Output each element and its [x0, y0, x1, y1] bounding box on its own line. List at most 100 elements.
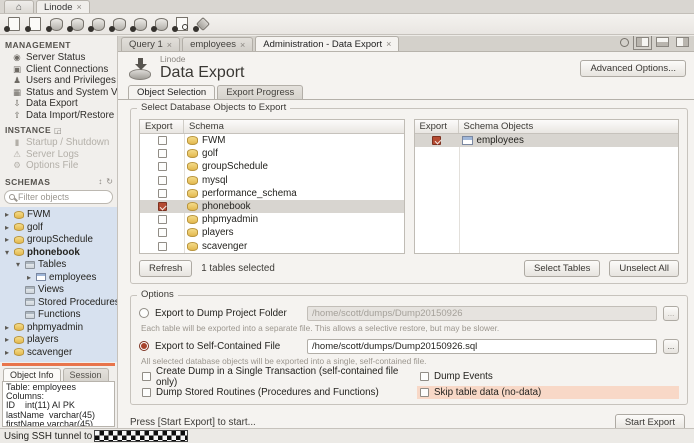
- expander-icon[interactable]: [25, 273, 33, 282]
- close-icon[interactable]: ×: [77, 2, 82, 12]
- close-icon[interactable]: ×: [167, 40, 172, 50]
- search-table-data-icon[interactable]: [172, 17, 189, 32]
- dump-project-folder-radio[interactable]: [139, 308, 149, 318]
- create-view-icon[interactable]: [88, 17, 105, 32]
- expander-icon[interactable]: [3, 210, 11, 219]
- sidebar-item[interactable]: Startup / Shutdown: [0, 137, 117, 149]
- subtab-bar: Object Selection Export Progress: [118, 85, 694, 100]
- expand-collapse-icon[interactable]: ↕: [98, 177, 102, 186]
- option-checkbox-row[interactable]: Create Dump in a Single Transaction (sel…: [139, 370, 417, 383]
- editor-tab[interactable]: Query 1 ×: [121, 37, 180, 51]
- expander-icon[interactable]: [3, 323, 11, 332]
- expander-icon[interactable]: [3, 335, 11, 344]
- schema-row[interactable]: players: [140, 226, 404, 239]
- export-checkbox[interactable]: [158, 149, 167, 158]
- reconnect-server-icon[interactable]: [193, 17, 210, 32]
- expander-icon[interactable]: [3, 348, 11, 357]
- tree-item[interactable]: Stored Procedures: [0, 296, 117, 309]
- sidebar-item[interactable]: Server Status: [0, 52, 117, 64]
- sidebar-item[interactable]: Status and System Variables: [0, 87, 117, 99]
- tree-item[interactable]: FWM: [0, 209, 117, 222]
- tree-item[interactable]: golf: [0, 221, 117, 234]
- expander-icon[interactable]: [3, 235, 11, 244]
- schema-row[interactable]: performance_schema: [140, 187, 404, 200]
- toggle-secondary-sidebar-icon[interactable]: [676, 37, 689, 47]
- tree-item[interactable]: Views: [0, 284, 117, 297]
- connection-tab-linode[interactable]: Linode ×: [36, 0, 90, 13]
- subtab[interactable]: Export Progress: [217, 85, 303, 99]
- expander-icon[interactable]: [14, 260, 22, 269]
- schema-row[interactable]: mysql: [140, 174, 404, 187]
- tree-item[interactable]: players: [0, 334, 117, 347]
- sidebar-item[interactable]: Users and Privileges: [0, 75, 117, 87]
- schema-filter[interactable]: [4, 190, 113, 204]
- splitter-handle[interactable]: [2, 363, 115, 366]
- option-checkbox[interactable]: [420, 388, 429, 397]
- option-checkbox[interactable]: [142, 388, 151, 397]
- create-schema-icon[interactable]: [46, 17, 63, 32]
- new-query-tab-icon[interactable]: [4, 17, 21, 32]
- sidebar-item[interactable]: Client Connections: [0, 64, 117, 76]
- export-checkbox[interactable]: [158, 202, 167, 211]
- export-checkbox[interactable]: [432, 136, 441, 145]
- create-table-icon[interactable]: [67, 17, 84, 32]
- option-checkbox[interactable]: [142, 372, 151, 381]
- open-sql-script-icon[interactable]: [25, 17, 42, 32]
- tree-item[interactable]: groupSchedule: [0, 234, 117, 247]
- self-contained-path[interactable]: [307, 339, 657, 354]
- home-tab[interactable]: ⌂: [4, 0, 34, 13]
- toggle-sidebar-icon[interactable]: [636, 37, 649, 47]
- export-checkbox[interactable]: [158, 176, 167, 185]
- editor-tab[interactable]: Administration - Data Export ×: [255, 36, 399, 51]
- schema-row[interactable]: golf: [140, 147, 404, 160]
- filter-input[interactable]: [18, 192, 108, 202]
- start-export-button[interactable]: Start Export: [615, 414, 685, 428]
- export-checkbox[interactable]: [158, 162, 167, 171]
- schema-row[interactable]: phpmyadmin: [140, 213, 404, 226]
- browse-file-button[interactable]: ...: [663, 339, 679, 354]
- tree-item[interactable]: Functions: [0, 309, 117, 322]
- tree-item[interactable]: phonebook: [0, 246, 117, 259]
- unselect-all-button[interactable]: Unselect All: [609, 260, 679, 277]
- sidebar-item-label: Startup / Shutdown: [26, 137, 109, 148]
- tree-item[interactable]: phpmyadmin: [0, 321, 117, 334]
- sidebar-item[interactable]: Data Import/Restore: [0, 110, 117, 122]
- create-function-icon[interactable]: [130, 17, 147, 32]
- export-checkbox[interactable]: [158, 228, 167, 237]
- option-checkbox-row[interactable]: Skip table data (no-data): [417, 386, 679, 399]
- close-icon[interactable]: ×: [386, 39, 391, 49]
- export-checkbox[interactable]: [158, 136, 167, 145]
- info-tab[interactable]: Object Info: [3, 368, 61, 381]
- schema-row[interactable]: phonebook: [140, 200, 404, 213]
- expander-icon[interactable]: [3, 223, 11, 232]
- option-checkbox[interactable]: [420, 372, 429, 381]
- self-contained-radio[interactable]: [139, 341, 149, 351]
- tree-item[interactable]: Tables: [0, 259, 117, 272]
- export-checkbox[interactable]: [158, 215, 167, 224]
- subtab[interactable]: Object Selection: [128, 85, 215, 99]
- sidebar-item[interactable]: Server Logs: [0, 149, 117, 161]
- export-checkbox[interactable]: [158, 189, 167, 198]
- sidebar-item[interactable]: Data Export: [0, 98, 117, 110]
- expander-icon[interactable]: [3, 248, 11, 257]
- tree-item[interactable]: employees: [0, 271, 117, 284]
- advanced-options-button[interactable]: Advanced Options...: [580, 60, 686, 77]
- sidebar-item[interactable]: Options File: [0, 160, 117, 172]
- select-tables-button[interactable]: Select Tables: [524, 260, 600, 277]
- info-tab[interactable]: Session: [63, 368, 109, 381]
- schema-row[interactable]: groupSchedule: [140, 160, 404, 173]
- create-trigger-icon[interactable]: [151, 17, 168, 32]
- create-procedure-icon[interactable]: [109, 17, 126, 32]
- export-checkbox[interactable]: [158, 242, 167, 251]
- toggle-output-area-icon[interactable]: [656, 37, 669, 47]
- option-checkbox-row[interactable]: Dump Stored Routines (Procedures and Fun…: [139, 386, 417, 399]
- close-icon[interactable]: ×: [240, 40, 245, 50]
- editor-tab[interactable]: employees ×: [182, 37, 253, 51]
- refresh-button[interactable]: Refresh: [139, 260, 192, 277]
- option-checkbox-row[interactable]: Dump Events: [417, 370, 679, 383]
- schema-row[interactable]: FWM: [140, 134, 404, 147]
- tree-item[interactable]: scavenger: [0, 346, 117, 359]
- schema-object-row[interactable]: employees: [415, 134, 679, 147]
- refresh-schemas-icon[interactable]: ↻: [106, 177, 113, 186]
- schema-row[interactable]: scavenger: [140, 240, 404, 253]
